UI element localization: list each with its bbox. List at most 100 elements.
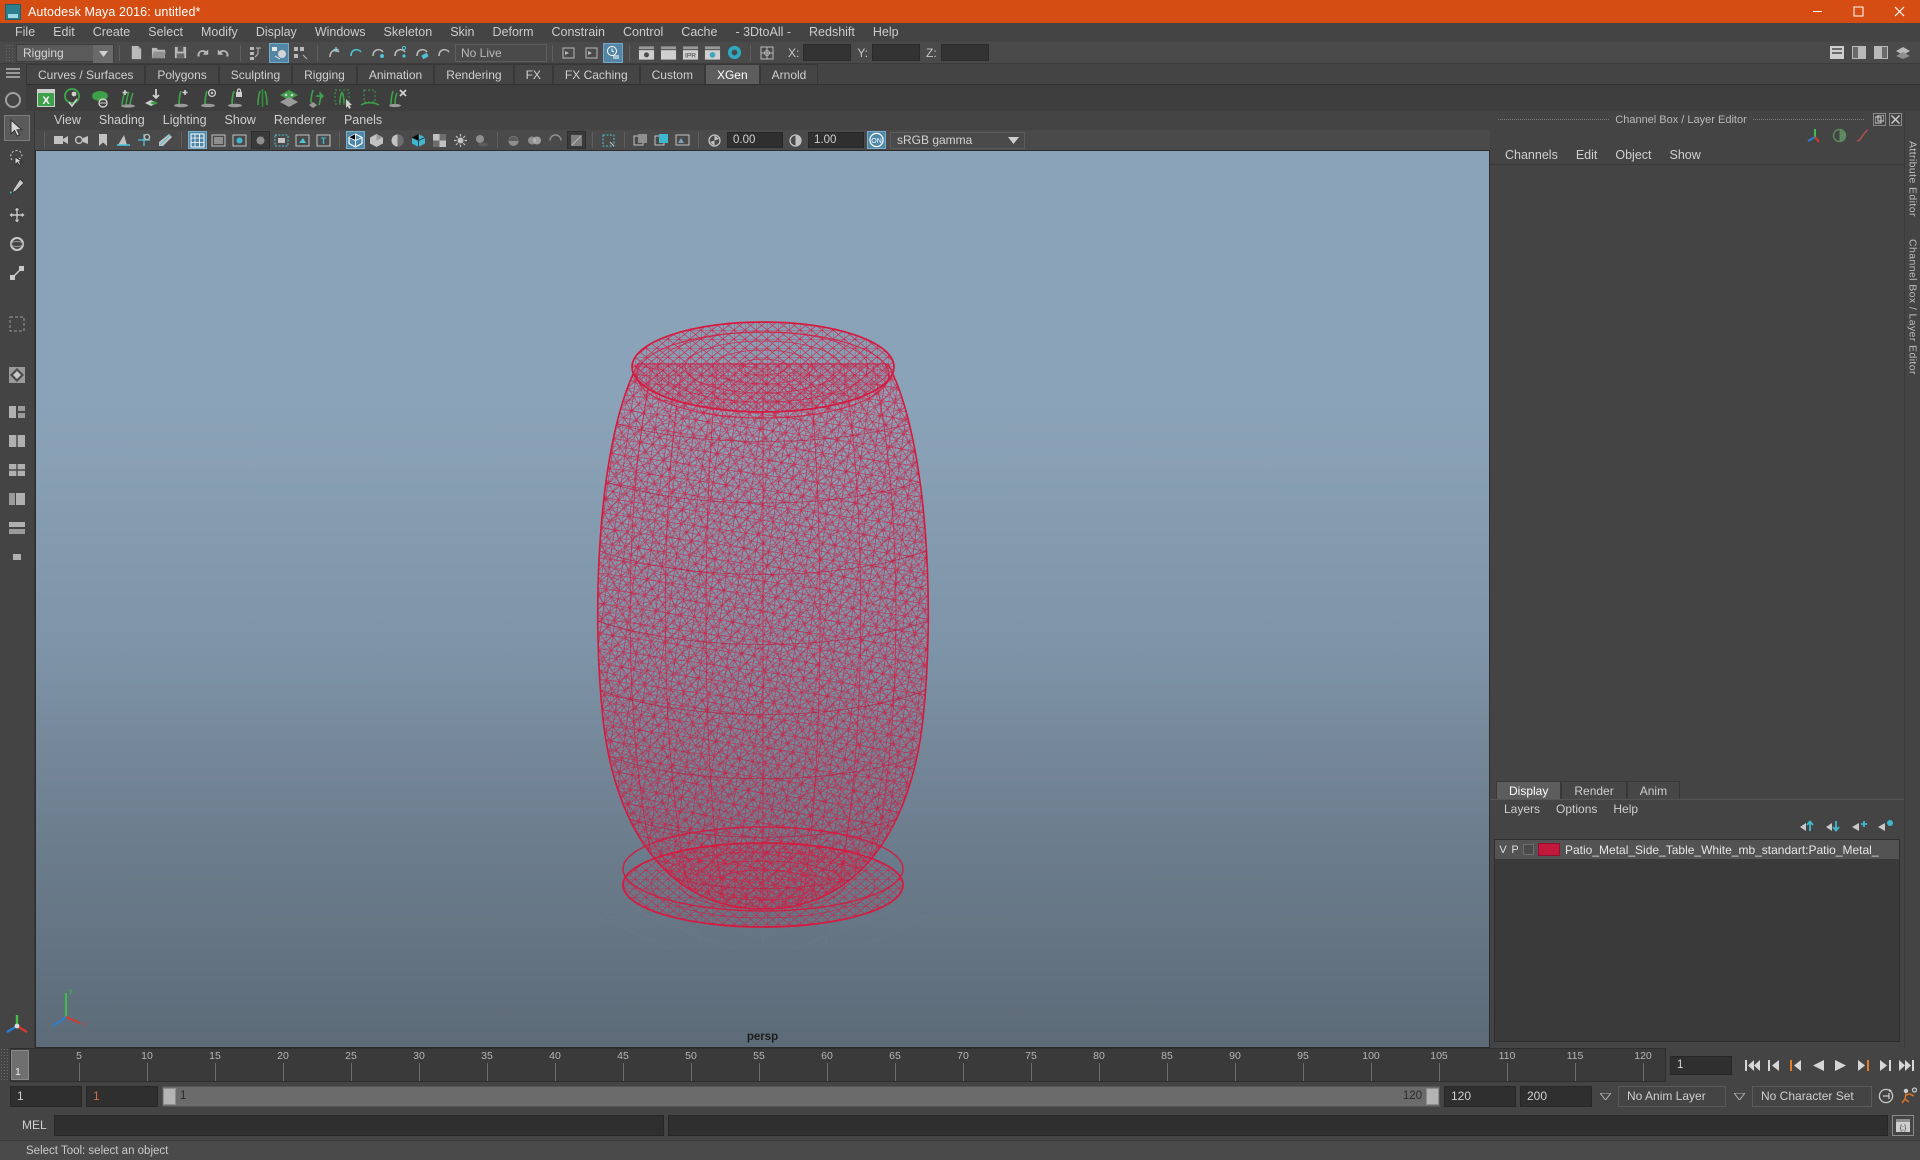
layer-playback-toggle[interactable]: P — [1509, 844, 1521, 856]
sidebar-attribute-icon[interactable] — [1827, 43, 1847, 63]
undo-icon[interactable] — [192, 43, 212, 63]
layout-persp-outliner-icon[interactable] — [4, 486, 30, 512]
viewport-menu-shading[interactable]: Shading — [90, 111, 154, 130]
shadows-icon[interactable] — [472, 131, 491, 149]
maximize-button[interactable] — [1838, 0, 1879, 23]
viewport-menu-show[interactable]: Show — [216, 111, 265, 130]
image-plane-icon[interactable] — [114, 131, 133, 149]
layout-hypershade-icon[interactable] — [4, 515, 30, 541]
layer-color-swatch[interactable] — [1538, 843, 1560, 856]
menu-control[interactable]: Control — [614, 23, 672, 42]
exposure-icon[interactable] — [705, 131, 724, 149]
use-all-lights-icon[interactable] — [451, 131, 470, 149]
go-to-end-icon[interactable] — [1896, 1055, 1916, 1075]
chevron-down-icon[interactable] — [1730, 1086, 1748, 1107]
statusline-grip[interactable] — [5, 43, 13, 62]
range-slider-bar[interactable]: 1 120 — [162, 1085, 1440, 1107]
layout-two-pane-icon[interactable] — [4, 428, 30, 454]
layout-quick-icon[interactable] — [4, 362, 30, 388]
shelf-tab-arnold[interactable]: Arnold — [759, 64, 819, 84]
snap-projected-icon[interactable] — [390, 43, 410, 63]
side-tab-channel-box[interactable]: Channel Box / Layer Editor — [1907, 239, 1919, 375]
smooth-shade-icon[interactable] — [367, 131, 386, 149]
command-input[interactable] — [54, 1114, 664, 1136]
motion-blur-icon[interactable] — [525, 131, 544, 149]
menu-skeleton[interactable]: Skeleton — [375, 23, 442, 42]
snap-point-icon[interactable] — [368, 43, 388, 63]
xgen-add-description-icon[interactable] — [115, 86, 139, 110]
snapshot-icon[interactable] — [631, 131, 650, 149]
grease-pencil-icon[interactable] — [156, 131, 175, 149]
new-scene-icon[interactable] — [126, 43, 146, 63]
ambient-occlusion-icon[interactable] — [504, 131, 523, 149]
xgen-mirror-guide-icon[interactable] — [250, 86, 274, 110]
move-layer-down-icon[interactable] — [1825, 819, 1842, 836]
shelf-tab-polygons[interactable]: Polygons — [145, 64, 219, 84]
channel-menu-channels[interactable]: Channels — [1496, 146, 1567, 165]
menu-select[interactable]: Select — [139, 23, 192, 42]
layer-tab-anim[interactable]: Anim — [1626, 781, 1681, 799]
step-back-key-icon[interactable] — [1764, 1055, 1784, 1075]
tool-scale[interactable] — [4, 260, 30, 286]
layer-type-box[interactable] — [1523, 844, 1534, 855]
play-backwards-icon[interactable] — [1808, 1055, 1828, 1075]
coord-z-input[interactable] — [940, 44, 989, 61]
exposure-value-field[interactable]: 0.00 — [727, 132, 783, 148]
sidebar-channel-icon[interactable] — [1871, 43, 1891, 63]
new-layer-icon[interactable] — [1851, 819, 1868, 836]
xgen-import-icon[interactable] — [142, 86, 166, 110]
render-current-frame-icon[interactable] — [636, 43, 656, 63]
select-hierarchy-icon[interactable] — [247, 43, 267, 63]
xgen-add-guide-icon[interactable] — [169, 86, 193, 110]
layer-tab-display[interactable]: Display — [1496, 781, 1562, 799]
snap-curve-icon[interactable] — [346, 43, 366, 63]
multisample-icon[interactable] — [546, 131, 565, 149]
auto-key-icon[interactable] — [1876, 1086, 1896, 1106]
select-component-icon[interactable] — [291, 43, 311, 63]
side-tab-attribute-editor[interactable]: Attribute Editor — [1907, 141, 1919, 217]
menu-redshift[interactable]: Redshift — [800, 23, 864, 42]
gamma-icon[interactable] — [786, 131, 805, 149]
xgen-region-icon[interactable] — [358, 86, 382, 110]
history-output-icon[interactable] — [581, 43, 601, 63]
anim-layer-selector[interactable]: No Anim Layer — [1618, 1085, 1726, 1107]
snap-plane-icon[interactable] — [434, 43, 454, 63]
undock-panel-button[interactable] — [1873, 113, 1886, 126]
xgen-lock-guide-icon[interactable] — [223, 86, 247, 110]
minimize-button[interactable] — [1797, 0, 1838, 23]
color-management-toggle-icon[interactable]: ON — [867, 131, 886, 149]
current-frame-field[interactable]: 1 — [1670, 1055, 1732, 1075]
animation-preferences-icon[interactable] — [1900, 1086, 1920, 1106]
menu-display[interactable]: Display — [247, 23, 306, 42]
hypershade-icon[interactable] — [724, 43, 744, 63]
playback-end-field[interactable]: 200 — [1520, 1085, 1592, 1107]
range-start-handle[interactable] — [163, 1087, 176, 1105]
persp-viewport[interactable]: y x z persp — [35, 150, 1490, 1048]
viewport-menu-view[interactable]: View — [45, 111, 90, 130]
color-space-selector[interactable]: sRGB gamma — [890, 131, 1025, 149]
save-scene-icon[interactable] — [170, 43, 190, 63]
menu-set-selector[interactable]: Rigging — [16, 43, 114, 63]
menu-help[interactable]: Help — [864, 23, 908, 42]
iso-display-icon[interactable] — [599, 131, 618, 149]
xgen-flip-icon[interactable] — [304, 86, 328, 110]
layer-menu-options[interactable]: Options — [1548, 800, 1605, 818]
shelf-tab-animation[interactable]: Animation — [356, 64, 435, 84]
menu-3dtoall[interactable]: - 3DtoAll - — [726, 23, 800, 42]
select-camera-icon[interactable] — [51, 131, 70, 149]
shelf-tab-rendering[interactable]: Rendering — [434, 64, 514, 84]
shelf-tab-curves-surfaces[interactable]: Curves / Surfaces — [26, 64, 146, 84]
show-manipulator-icon[interactable] — [757, 43, 777, 63]
tool-rotate[interactable] — [4, 231, 30, 257]
panel-copy-icon[interactable] — [652, 131, 671, 149]
sidebar-tool-icon[interactable] — [1849, 43, 1869, 63]
tool-move[interactable] — [4, 202, 30, 228]
history-input-icon[interactable] — [559, 43, 579, 63]
layer-menu-layers[interactable]: Layers — [1496, 800, 1548, 818]
sidebar-layer-icon[interactable] — [1893, 43, 1913, 63]
script-editor-icon[interactable]: {;} — [1892, 1114, 1914, 1136]
menu-deform[interactable]: Deform — [484, 23, 543, 42]
menu-file[interactable]: File — [6, 23, 44, 42]
shelf-tab-sculpting[interactable]: Sculpting — [218, 64, 293, 84]
time-cursor[interactable]: 1 — [11, 1050, 29, 1080]
